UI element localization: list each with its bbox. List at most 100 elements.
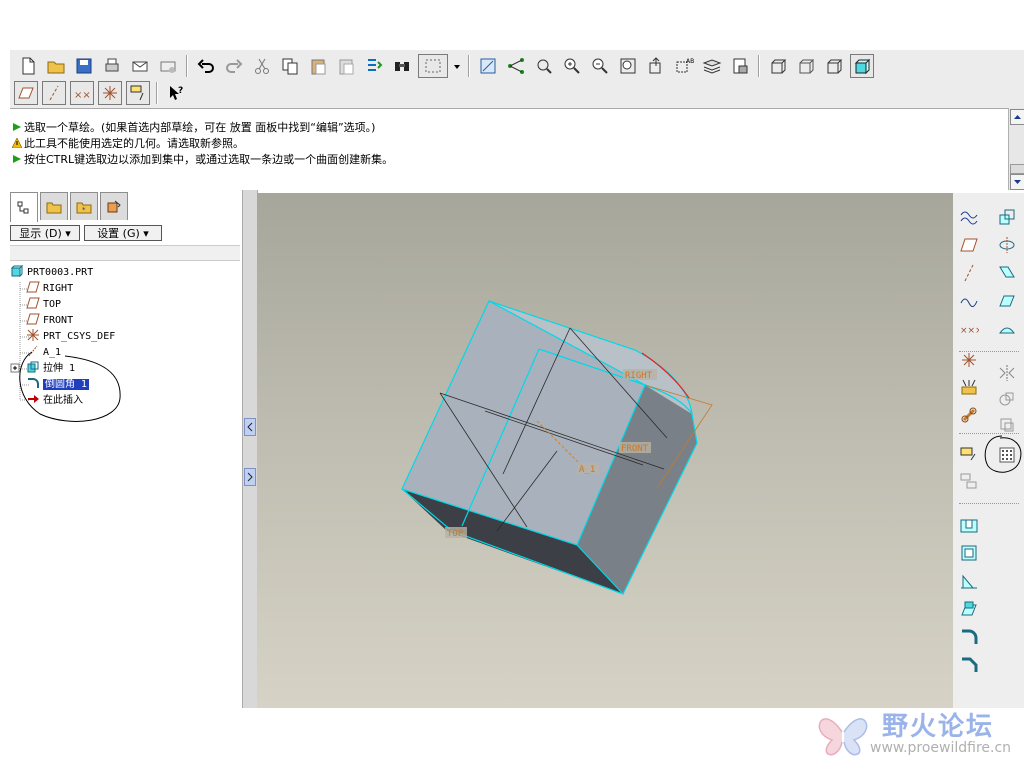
open-folder-icon[interactable] [44,54,68,78]
layers-icon[interactable] [700,54,724,78]
shading-icon[interactable] [850,54,874,78]
datum-plane-icon [26,313,40,325]
send-mail-icon[interactable] [128,54,152,78]
undo-icon[interactable] [194,54,218,78]
cut-icon[interactable] [250,54,274,78]
part-icon [10,265,24,277]
show-menu-button[interactable]: 显示 (D) ▾ [10,225,80,241]
favorites-tab[interactable]: * [70,192,98,220]
settings-menu-button[interactable]: 设置 (G) ▾ [84,225,162,241]
reorient-icon[interactable] [644,54,668,78]
datum-curve-icon[interactable] [957,289,981,313]
mail-options-icon[interactable] [156,54,180,78]
scroll-down-button[interactable] [1010,174,1024,190]
mirror-icon[interactable] [995,361,1019,385]
navigator-tabs: * [10,192,130,222]
message-line-2: 此工具不能使用选定的几何。请选取新参照。 [12,136,244,152]
point-display-icon[interactable]: ××× [70,81,94,105]
svg-text:*: * [82,206,86,214]
scroll-up-button[interactable] [1010,109,1024,125]
round-tool-icon[interactable] [957,625,981,649]
paste-special-icon[interactable] [334,54,358,78]
csys-tool-icon[interactable] [957,348,981,372]
print-icon[interactable] [100,54,124,78]
watermark-url: www.proewildfire.cn [870,740,1012,756]
axis-display-icon[interactable] [42,81,66,105]
zoom-in-icon[interactable] [560,54,584,78]
butterfly-logo-icon [818,718,868,756]
blend-tool-icon[interactable] [995,289,1019,313]
datum-axis-icon[interactable] [504,54,528,78]
message-area: 选取一个草绘。(如果首选内部草绘，可在 放置 面板中找到“编辑”选项。) 此工具… [10,108,1010,189]
csys-display-icon[interactable] [98,81,122,105]
toolbar-separator [468,55,470,77]
chamfer-icon[interactable] [957,653,981,677]
datum-display-icon[interactable] [476,54,500,78]
revolve-tool-icon[interactable] [995,233,1019,257]
sketched-datum-curve-icon[interactable] [957,205,981,229]
select-box-icon[interactable] [418,54,448,78]
message-line-1: 选取一个草绘。(如果首选内部草绘，可在 放置 面板中找到“编辑”选项。) [12,120,375,136]
model-tree-tab[interactable] [10,192,38,222]
no-hidden-icon[interactable] [822,54,846,78]
message-text: 此工具不能使用选定的几何。请选取新参照。 [24,137,244,150]
wireframe-icon[interactable] [766,54,790,78]
scroll-thumb[interactable] [1010,164,1024,174]
shell-icon[interactable] [957,541,981,565]
datum-axis-tool-icon[interactable] [957,261,981,285]
draft-icon[interactable] [957,597,981,621]
refit-icon[interactable] [616,54,640,78]
model-view[interactable]: RIGHT FRONT TOP A_1 [257,193,953,708]
hidden-line-icon[interactable] [794,54,818,78]
tree-item-top[interactable]: TOP [26,297,61,313]
merge-icon[interactable] [995,387,1019,411]
zoom-out-icon[interactable] [588,54,612,78]
copy-tool-icon[interactable] [957,441,981,465]
rib-icon[interactable] [957,569,981,593]
tree-header [10,245,240,261]
sweep-tool-icon[interactable] [995,261,1019,285]
tree-item-front[interactable]: FRONT [26,313,73,329]
toolbar-row-1: AB [14,52,876,80]
graphics-viewport[interactable]: RIGHT FRONT TOP A_1 [257,193,953,708]
plane-display-icon[interactable] [14,81,38,105]
annotation-circle-tree [19,351,121,422]
group-tool-icon[interactable] [957,469,981,493]
chain-icon[interactable] [957,403,981,427]
paste-icon[interactable] [306,54,330,78]
datum-plane-tool-icon[interactable] [957,233,981,257]
green-arrow-icon [13,123,21,131]
svg-text:?: ? [178,86,183,96]
panel-splitter[interactable] [242,190,258,708]
select-dropdown-icon[interactable] [452,54,462,78]
annotation-display-icon[interactable] [126,81,150,105]
save-icon[interactable] [72,54,96,78]
datum-label-top: TOP [447,529,464,539]
csys-icon [27,329,39,341]
datum-point-icon[interactable]: ××× [957,317,981,341]
expand-right-handle[interactable] [244,468,256,486]
copy-icon[interactable] [278,54,302,78]
message-scrollbar[interactable] [1008,108,1024,190]
find-icon[interactable] [390,54,414,78]
analysis-feature-icon[interactable] [957,375,981,399]
boundary-blend-icon[interactable] [995,317,1019,341]
new-file-icon[interactable] [16,54,40,78]
extrude-tool-icon[interactable] [995,205,1019,229]
regenerate-icon[interactable] [362,54,386,78]
saved-views-icon[interactable]: AB [672,54,696,78]
folder-browser-tab[interactable] [40,192,68,220]
svg-text:×××: ××× [74,90,92,101]
tree-item-part[interactable]: PRT0003.PRT [10,265,93,281]
redo-icon[interactable] [222,54,246,78]
annotation-circle-pattern [984,435,1022,473]
view-manager-icon[interactable] [728,54,752,78]
forum-watermark: 野火论坛 www.proewildfire.cn [812,700,1022,768]
spin-center-icon[interactable] [532,54,556,78]
context-help-icon[interactable]: ? [164,81,188,105]
svg-text:AB: AB [686,58,694,65]
collapse-left-handle[interactable] [244,418,256,436]
tree-item-right[interactable]: RIGHT [26,281,73,297]
hole-icon[interactable] [957,513,981,537]
connections-tab[interactable] [100,192,128,220]
